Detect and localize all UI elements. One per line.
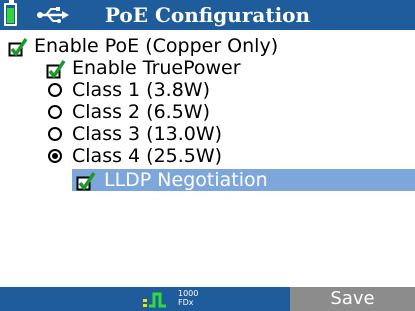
radio-unselected-icon[interactable] — [48, 105, 62, 119]
lldp-negotiation-option[interactable]: LLDP Negotiation — [72, 169, 415, 191]
class-4-label: Class 4 (25.5W) — [72, 145, 223, 167]
footer-bar: 1000 FDx Save — [0, 287, 415, 311]
checkbox-checked-icon[interactable] — [8, 37, 28, 57]
radio-unselected-icon[interactable] — [48, 83, 62, 97]
lldp-negotiation-label: LLDP Negotiation — [104, 169, 268, 191]
radio-unselected-icon[interactable] — [48, 127, 62, 141]
save-button-label: Save — [330, 288, 375, 309]
title-bar: PoE Configuration — [0, 0, 415, 30]
link-speed-value: 1000 — [178, 289, 199, 298]
checkbox-checked-icon[interactable] — [76, 171, 96, 191]
radio-selected-icon[interactable] — [48, 149, 62, 163]
page-title: PoE Configuration — [104, 3, 311, 27]
poe-configuration-screen: PoE Configuration Enable PoE (Copper Onl… — [0, 0, 415, 311]
link-speed-text: 1000 FDx — [178, 289, 198, 307]
link-duplex-value: FDx — [178, 298, 194, 307]
class-3-label: Class 3 (13.0W) — [72, 123, 223, 145]
link-pulse-icon — [143, 292, 166, 308]
checkbox-checked-icon[interactable] — [46, 59, 66, 79]
enable-poe-label: Enable PoE (Copper Only) — [34, 35, 279, 57]
class-1-label: Class 1 (3.8W) — [72, 79, 210, 101]
enable-truepower-label: Enable TruePower — [72, 57, 241, 79]
link-status-area: 1000 FDx — [0, 287, 290, 311]
class-2-label: Class 2 (6.5W) — [72, 101, 210, 123]
save-button[interactable]: Save — [290, 287, 415, 311]
